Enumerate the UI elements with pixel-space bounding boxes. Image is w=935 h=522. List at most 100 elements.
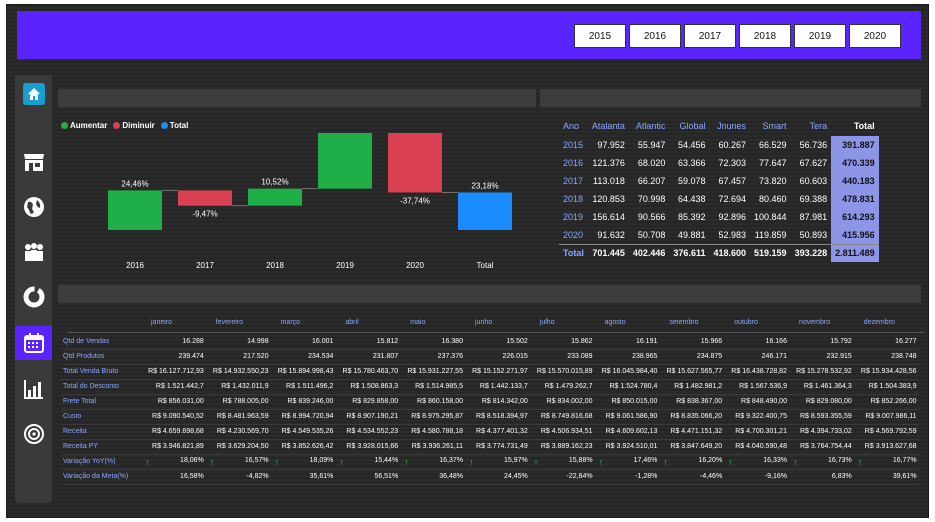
metric-value: ↑ 18,09% bbox=[270, 454, 336, 470]
waterfall-bar[interactable] bbox=[458, 192, 512, 230]
pivot-cell: 85.392 bbox=[677, 212, 706, 222]
pivot-cell: 67.457 bbox=[718, 176, 747, 186]
metric-value: R$ 8.593.355,59 bbox=[788, 409, 854, 425]
metric-value: R$ 1.432.011,9 bbox=[205, 379, 271, 395]
nav-home[interactable] bbox=[15, 77, 52, 111]
people-icon bbox=[24, 243, 43, 261]
pivot-total-value: 376.611 bbox=[669, 243, 710, 262]
pivot-total-cell: 614.293 bbox=[831, 208, 879, 226]
arrow-up-icon: ↑ bbox=[857, 456, 863, 467]
waterfall-bar[interactable] bbox=[178, 190, 232, 206]
metric-value: ↑ 17,46% bbox=[594, 454, 660, 470]
pivot-total-label: Total bbox=[559, 243, 588, 262]
waterfall-bar[interactable] bbox=[248, 188, 302, 206]
year-button-2017[interactable]: 2017 bbox=[684, 24, 736, 48]
pivot-row[interactable]: 2020 91.632 50.708 49.881 52.983 119.859 50.89… bbox=[559, 226, 879, 244]
metric-value: 233.089 bbox=[529, 349, 595, 365]
pivot-cell: 90.566 bbox=[637, 212, 666, 222]
metric-value: R$ 850.015,00 bbox=[594, 394, 660, 410]
pivot-total-value: 418.600 bbox=[709, 243, 751, 262]
metrics-row: Custo R$ 9.090.540,52 R$ 8.481.963,59 R$ 8.… bbox=[61, 409, 919, 425]
metric-value: R$ 9.007.986,11 bbox=[853, 409, 919, 425]
metric-value-text: 16,73% bbox=[828, 456, 852, 464]
arrow-up-icon: ↑ bbox=[209, 456, 215, 467]
pivot-row[interactable]: 2019 156.614 90.566 85.392 92.896 100.844 87.9… bbox=[559, 208, 879, 226]
pivot-cell: 54.456 bbox=[677, 140, 706, 150]
pivot-header[interactable]: Jnunes bbox=[709, 116, 750, 136]
metric-value: R$ 838.367,00 bbox=[659, 394, 725, 410]
year-button-2019[interactable]: 2019 bbox=[794, 24, 846, 48]
metric-value: R$ 3.946.821,89 bbox=[141, 439, 206, 455]
metric-value: R$ 3.936.261,11 bbox=[400, 439, 465, 455]
pivot-year-cell: 2017 bbox=[563, 176, 584, 186]
nav-globe[interactable] bbox=[15, 190, 52, 224]
metric-value: R$ 3.913.627,68 bbox=[853, 439, 919, 455]
month-header-row: janeiro fevereiro março abril maio junho julho… bbox=[67, 317, 925, 331]
pivot-header[interactable]: Tera bbox=[791, 116, 832, 136]
metric-value: R$ 15.934.428,56 bbox=[853, 364, 919, 380]
chart-header-bar bbox=[58, 89, 536, 107]
pivot-header[interactable]: Total bbox=[831, 116, 879, 136]
metric-label: Variação YoY(%) bbox=[61, 454, 141, 470]
metric-value: 16.288 bbox=[141, 334, 206, 350]
metrics-row: Total do Desconto R$ 1.521.442,7 R$ 1.432.… bbox=[61, 379, 919, 395]
waterfall-bar[interactable] bbox=[108, 190, 162, 230]
metric-value: 238.748 bbox=[853, 349, 919, 365]
metric-value: R$ 4.700.301,21 bbox=[724, 424, 789, 440]
pivot-header[interactable]: Smart bbox=[750, 116, 791, 136]
pivot-cell: 50.708 bbox=[637, 229, 666, 240]
month-label: julho bbox=[539, 319, 555, 326]
pivot-cell: 77.647 bbox=[759, 158, 787, 168]
metric-value: R$ 829.858,00 bbox=[335, 394, 401, 410]
nav-analytics[interactable] bbox=[15, 280, 52, 314]
metric-value: ↑ 15,44% bbox=[335, 454, 401, 470]
pivot-cell: 69.388 bbox=[799, 194, 828, 204]
nav-stores[interactable] bbox=[15, 145, 52, 179]
data-label: 24,46% bbox=[121, 179, 148, 188]
arrow-up-icon: ↑ bbox=[663, 456, 668, 467]
metric-value: ↑ 16,33% bbox=[724, 454, 789, 470]
metrics-row: Receita PY R$ 3.946.821,89 R$ 3.629.204,50… bbox=[61, 439, 919, 455]
pivot-row[interactable]: 2016 121.376 68.020 63.366 72.303 77.647 67.62… bbox=[559, 154, 879, 172]
x-tick-label: 2018 bbox=[266, 261, 284, 270]
nav-bar-chart[interactable] bbox=[15, 372, 52, 406]
metric-value: R$ 1.524.780,4 bbox=[594, 379, 660, 395]
metric-value: R$ 15.894.998,43 bbox=[270, 364, 336, 380]
x-tick-label: 2016 bbox=[126, 261, 144, 270]
metric-value: R$ 4.609.602,13 bbox=[594, 424, 660, 440]
pivot-cell: 68.020 bbox=[637, 158, 666, 168]
metric-value: R$ 8.975.295,87 bbox=[400, 409, 465, 425]
pivot-row[interactable]: 2017 113.018 66.207 59.078 67.457 73.820 60.60… bbox=[559, 172, 879, 190]
nav-target[interactable] bbox=[15, 417, 52, 451]
waterfall-bar[interactable] bbox=[388, 133, 442, 193]
waterfall-bar[interactable] bbox=[318, 133, 372, 189]
metric-value: R$ 15.570.015,89 bbox=[529, 364, 595, 380]
pivot-cell: 72.303 bbox=[718, 158, 747, 168]
pivot-header[interactable]: Atalanta bbox=[588, 116, 629, 136]
pivot-header[interactable]: Global bbox=[669, 116, 709, 136]
metric-value: R$ 8.994.720,94 bbox=[270, 409, 336, 425]
pivot-header[interactable]: Ano bbox=[559, 116, 588, 136]
metric-value: -9,16% bbox=[724, 469, 789, 485]
year-button-2015[interactable]: 2015 bbox=[574, 24, 626, 48]
metric-value-text: 18,06% bbox=[180, 456, 204, 464]
metric-value: 238.965 bbox=[594, 349, 660, 365]
nav-people[interactable] bbox=[15, 235, 52, 269]
pivot-cell: 120.853 bbox=[592, 194, 625, 204]
metric-label: Receita PY bbox=[61, 439, 141, 455]
pivot-table: Ano Atalanta Atlantic Global Jnunes Smar… bbox=[559, 116, 879, 262]
year-button-2020[interactable]: 2020 bbox=[849, 24, 901, 48]
metric-value: 239.474 bbox=[141, 349, 206, 365]
pivot-row[interactable]: 2015 97.952 55.947 54.456 60.267 66.529 56.736… bbox=[559, 136, 879, 154]
calendar-icon bbox=[23, 333, 44, 353]
metrics-row: Qtd de Vendas 16.288 14.998 16.001 15.812 16.… bbox=[61, 334, 919, 350]
year-button-2018[interactable]: 2018 bbox=[739, 24, 791, 48]
pivot-row[interactable]: 2018 120.853 70.998 64.438 72.694 80.460 69.38… bbox=[559, 190, 879, 208]
pivot-header[interactable]: Atlantic bbox=[629, 116, 670, 136]
year-button-2016[interactable]: 2016 bbox=[629, 24, 681, 48]
nav-calendar[interactable] bbox=[15, 326, 52, 360]
metric-value: R$ 15.627.565,77 bbox=[659, 364, 725, 380]
metric-value: 16.380 bbox=[400, 334, 465, 350]
metric-value: R$ 8.481.963,59 bbox=[205, 409, 271, 425]
metric-value: R$ 3.889.162,23 bbox=[529, 439, 595, 455]
